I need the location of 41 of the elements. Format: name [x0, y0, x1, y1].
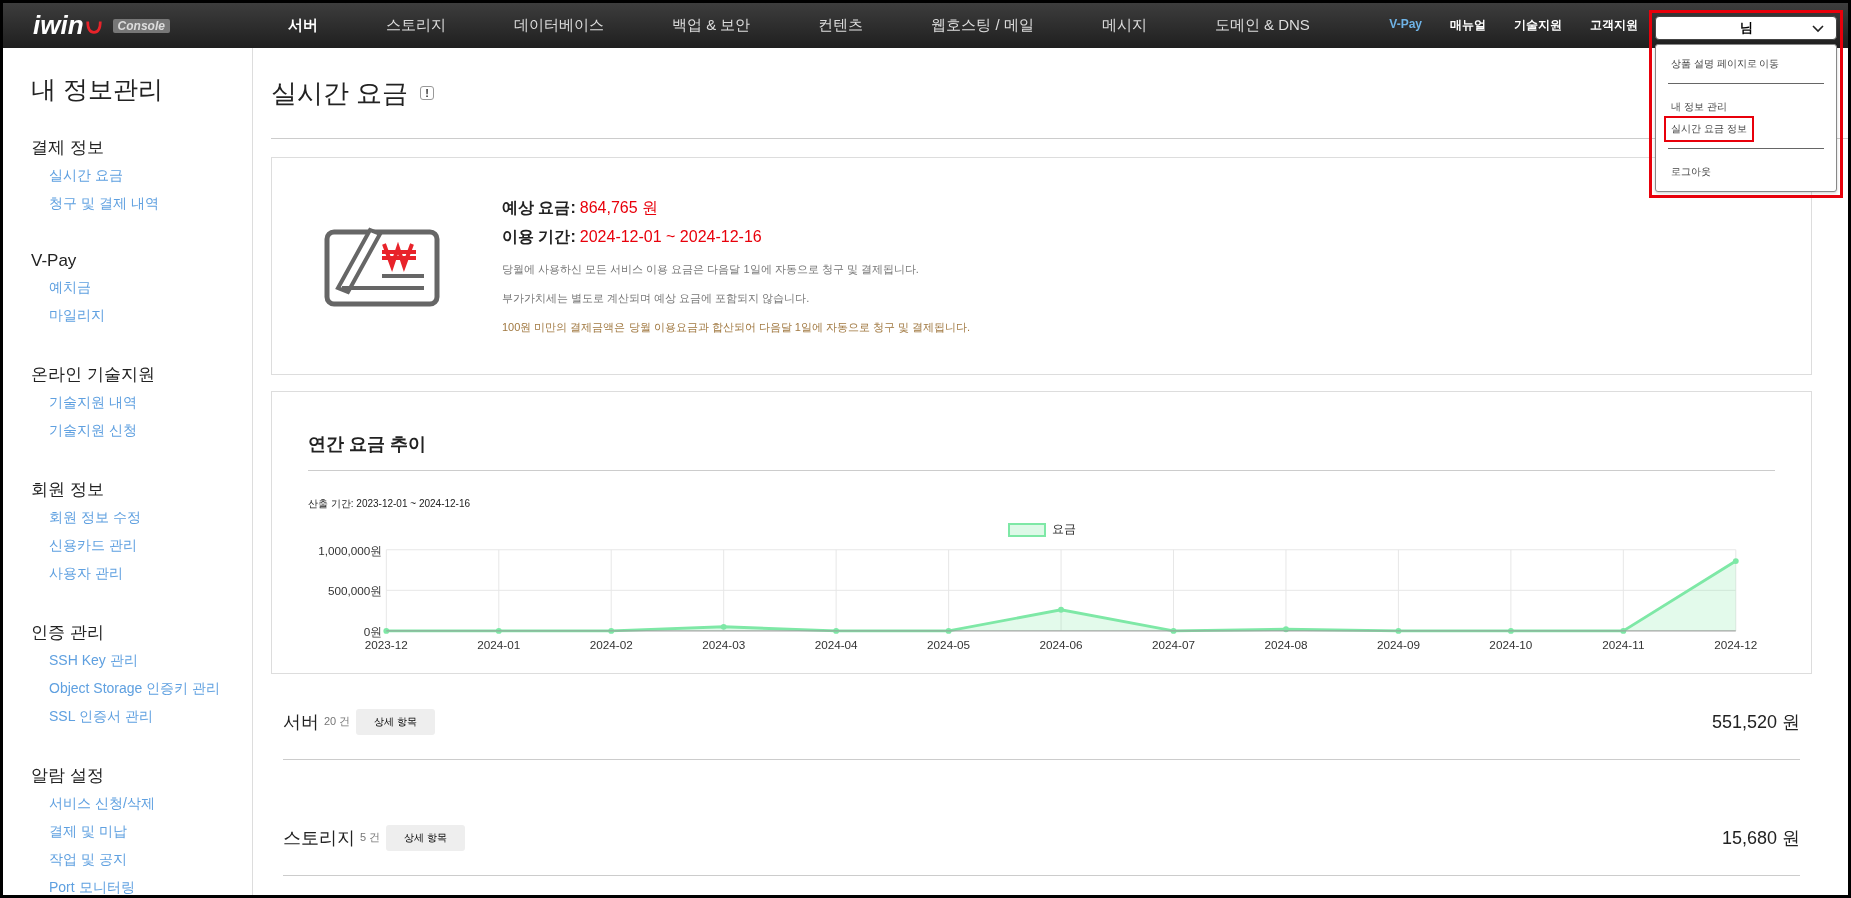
note-text: 당월에 사용하신 모든 서비스 이용 요금은 다음달 1일에 자동으로 청구 및 결제됩니다.	[502, 261, 920, 277]
sidebar-title: 내 정보관리	[31, 74, 164, 105]
x-axis-label: 2024-11	[1602, 637, 1645, 651]
sidebar-group-title: 결제 정보	[31, 137, 105, 159]
estimate-label: 예상 요금:	[502, 198, 576, 216]
sidebar-group-title: 회원 정보	[31, 479, 105, 501]
x-axis-label: 2024-10	[1489, 637, 1533, 651]
x-axis-label: 2024-12	[1714, 637, 1758, 651]
page-title: 실시간 요금	[271, 76, 409, 110]
amount-text: 15,680 원	[1721, 826, 1800, 850]
section-title: 연간 요금 추이	[308, 432, 1775, 471]
legend-label: 요금	[1051, 521, 1076, 538]
x-axis-label: 2024-02	[589, 637, 633, 651]
y-axis-label: 1,000,000원	[318, 543, 383, 557]
period-label: 이용 기간:	[502, 227, 576, 245]
y-axis-label: 0원	[363, 624, 383, 638]
category-name: 스토리지	[283, 826, 355, 850]
x-axis-label: 2024-01	[477, 637, 521, 651]
note-text: 100원 미만의 결제금액은 당월 이용요금과 합산되어 다음달 1일에 자동으로 청구 및 결제됩니다.	[502, 319, 971, 335]
sidebar-group-title: 온라인 기술지원	[31, 364, 156, 386]
y-axis-label: 500,000원	[328, 584, 383, 598]
x-axis-label: 2024-08	[1264, 637, 1308, 651]
x-axis-label: 2023-12	[364, 637, 408, 651]
sidebar-group-title: 알람 설정	[31, 765, 105, 787]
note-text: 부가가치세는 별도로 계산되며 예상 요금에 포함되지 않습니다.	[502, 290, 811, 306]
estimate-value: 864,765 원	[579, 198, 659, 216]
x-axis-label: 2024-03	[702, 637, 746, 651]
x-axis-label: 2024-05	[927, 637, 971, 651]
console-badge: Console	[112, 18, 170, 33]
period-text: 산출 기간: 2023-12-01 ~ 2024-12-16	[308, 497, 472, 511]
x-axis-label: 2024-07	[1152, 637, 1195, 651]
x-axis-label: 2024-06	[1039, 637, 1083, 651]
sidebar-group-title: 인증 관리	[31, 622, 105, 644]
sidebar-group-title: V-Pay	[31, 251, 78, 271]
item-count: 5 건	[360, 830, 381, 846]
period-value: 2024-12-01 ~ 2024-12-16	[579, 227, 762, 245]
x-axis-label: 2024-04	[814, 637, 858, 651]
category-name: 서버	[283, 710, 319, 734]
amount-text: 551,520 원	[1711, 710, 1800, 734]
item-count: 20 건	[324, 714, 351, 730]
x-axis-label: 2024-09	[1376, 637, 1420, 651]
